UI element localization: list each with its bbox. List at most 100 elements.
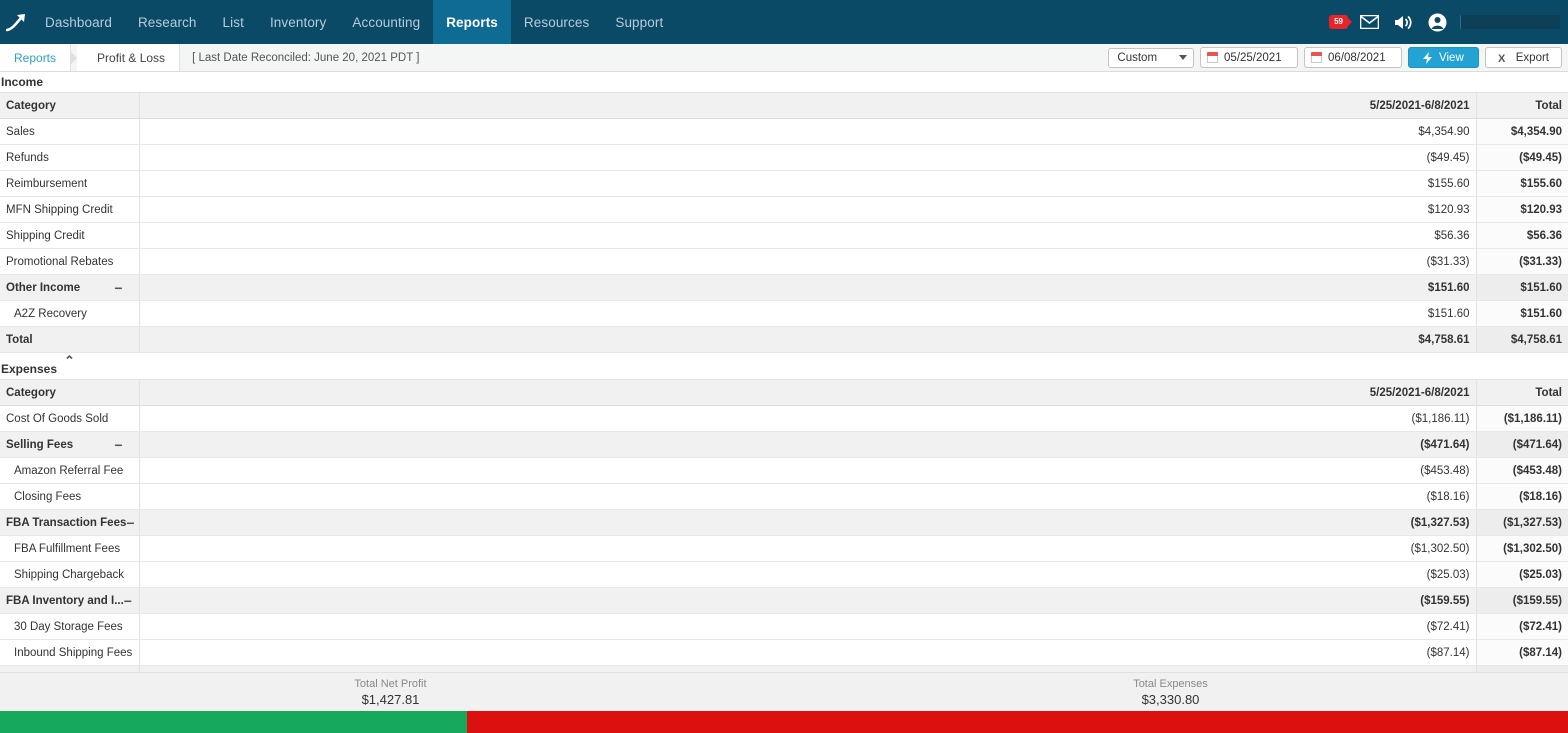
row-category-cell: Closing Fees (0, 483, 140, 510)
row-category-cell: Selling Fees − (0, 431, 140, 458)
notification-badge-wrap[interactable]: 59 (1329, 15, 1348, 29)
table-row[interactable]: Cost Of Goods Sold ($1,186.11) ($1,186.11) (0, 405, 1568, 432)
row-total-value: $151.60 (1475, 300, 1568, 327)
account-icon[interactable] (1420, 0, 1454, 44)
nav-item-accounting[interactable]: Accounting (339, 0, 433, 44)
row-period-value: ($87.14) (139, 639, 1476, 666)
expenses-table: Category 5/25/2021-6/8/2021 Total Cost O… (0, 379, 1568, 672)
income-col-category: Category (0, 92, 140, 119)
table-row[interactable]: Reimbursement $155.60 $155.60 (0, 170, 1568, 197)
collapse-group-icon[interactable]: − (126, 516, 138, 530)
row-category-label: FBA Inventory and I... (6, 594, 124, 607)
row-total-value: ($49.45) (1475, 144, 1568, 171)
row-category-cell: Cost Of Goods Sold (0, 405, 140, 432)
speaker-icon[interactable] (1386, 0, 1420, 44)
row-total-value: ($1,327.53) (1475, 509, 1568, 536)
table-row[interactable]: Selling Fees − ($471.64) ($471.64) (0, 431, 1568, 458)
total-expenses-stat: Total Expenses $3,330.80 (1098, 677, 1243, 708)
row-total-value: ($1,186.11) (1475, 405, 1568, 432)
table-row[interactable]: Promotional Rebates ($31.33) ($31.33) (0, 248, 1568, 275)
table-row[interactable]: Closing Fees ($18.16) ($18.16) (0, 483, 1568, 510)
row-period-value: $151.60 (139, 274, 1476, 301)
breadcrumb-separator-icon (70, 50, 78, 65)
collapse-group-icon[interactable]: − (124, 594, 138, 608)
nav-item-dashboard[interactable]: Dashboard (32, 0, 125, 44)
chevron-up-icon[interactable] (50, 72, 61, 85)
table-row[interactable]: Sales $4,354.90 $4,354.90 (0, 118, 1568, 145)
date-range-select-value: Custom (1117, 51, 1158, 64)
total-net-profit-label: Total Net Profit (354, 678, 427, 690)
row-category-cell: Shipping Chargeback (0, 561, 140, 588)
table-row[interactable]: Shipping Chargeback ($25.03) ($25.03) (0, 561, 1568, 588)
row-category-cell: FBA Transaction Fees − (0, 509, 140, 536)
row-period-value: $56.36 (139, 222, 1476, 249)
table-row[interactable]: 30 Day Storage Fees ($72.41) ($72.41) (0, 613, 1568, 640)
row-period-value: $4,354.90 (139, 118, 1476, 145)
row-category-cell: FBA Fulfillment Fees (0, 535, 140, 562)
row-period-value: ($49.45) (139, 144, 1476, 171)
income-section-header[interactable]: Income (0, 72, 1568, 92)
table-row[interactable]: Total $4,758.61 $4,758.61 (0, 326, 1568, 353)
nav-item-reports[interactable]: Reports (433, 0, 511, 44)
expenses-col-total: Total (1475, 379, 1568, 406)
table-row[interactable]: Shipping Credit $56.36 $56.36 (0, 222, 1568, 249)
export-button[interactable]: X Export (1484, 47, 1562, 68)
table-row[interactable]: FBA Transaction Fees − ($1,327.53) ($1,327.… (0, 509, 1568, 536)
row-total-value: $4,758.61 (1475, 326, 1568, 353)
row-period-value: $120.93 (139, 196, 1476, 223)
collapse-group-icon[interactable]: − (114, 438, 132, 452)
calendar-icon (1207, 52, 1219, 63)
expenses-section-header[interactable]: Expenses (0, 354, 1568, 379)
nav-item-list[interactable]: List (210, 0, 257, 44)
table-row[interactable]: Refunds ($49.45) ($49.45) (0, 144, 1568, 171)
nav-item-support[interactable]: Support (602, 0, 676, 44)
breadcrumb-reports[interactable]: Reports (0, 44, 72, 71)
export-button-label: Export (1515, 51, 1549, 64)
row-category-label: FBA Transaction Fees (6, 516, 127, 529)
table-row[interactable]: MFN Shipping Credit $120.93 $120.93 (0, 196, 1568, 223)
row-total-value: ($159.55) (1475, 587, 1568, 614)
date-range-select[interactable]: Custom (1108, 47, 1195, 68)
table-row[interactable]: Inbound Shipping Fees ($87.14) ($87.14) (0, 639, 1568, 666)
row-category-cell: Shipping Credit (0, 222, 140, 249)
row-total-value: ($72.41) (1475, 613, 1568, 640)
row-category-label: Selling Fees (6, 438, 74, 451)
nav-right-actions: 59 (1329, 0, 1568, 44)
envelope-icon[interactable] (1352, 0, 1386, 44)
expenses-col-category: Category (0, 379, 140, 406)
table-row[interactable]: Other Income − $151.60 $151.60 (0, 274, 1568, 301)
table-row[interactable]: FBA Fulfillment Fees ($1,302.50) ($1,302.5… (0, 535, 1568, 562)
nav-item-inventory[interactable]: Inventory (257, 0, 339, 44)
date-to-input[interactable]: 06/08/2021 (1304, 47, 1403, 68)
row-total-value: $151.60 (1475, 274, 1568, 301)
breadcrumb-profit-and-loss[interactable]: Profit & Loss (77, 44, 181, 71)
row-total-value: ($471.64) (1475, 431, 1568, 458)
profit-expense-ratio-bar (0, 711, 1568, 733)
nav-item-research[interactable]: Research (125, 0, 210, 44)
row-total-value: ($18.16) (1475, 483, 1568, 510)
row-category-cell: MFN Shipping Credit (0, 196, 140, 223)
row-period-value: ($453.48) (139, 457, 1476, 484)
row-total-value: ($453.48) (1475, 457, 1568, 484)
chevron-up-icon[interactable] (64, 354, 75, 372)
income-col-period: 5/25/2021-6/8/2021 (139, 92, 1476, 119)
date-from-input[interactable]: 05/25/2021 (1200, 47, 1299, 68)
row-period-value: ($72.41) (139, 613, 1476, 640)
report-scroll-area[interactable]: Income Category 5/25/2021-6/8/2021 Total… (0, 72, 1568, 672)
collapse-group-icon[interactable]: − (114, 281, 132, 295)
report-toolbar: Reports Profit & Loss [ Last Date Reconc… (0, 44, 1568, 72)
toolbar-controls: Custom 05/25/2021 06/08/2021 View X Expo… (1108, 44, 1568, 71)
table-row[interactable]: FBA Inventory and I... − ($159.55) ($159.55… (0, 587, 1568, 614)
app-logo[interactable] (0, 0, 32, 44)
row-category-cell: A2Z Recovery (0, 300, 140, 327)
view-button[interactable]: View (1408, 47, 1479, 68)
nav-item-resources[interactable]: Resources (511, 0, 602, 44)
expenses-section-title: Expenses (1, 362, 58, 376)
total-expenses-label: Total Expenses (1133, 678, 1208, 690)
total-net-profit-value: $1,427.81 (361, 692, 420, 707)
row-total-value: ($31.33) (1475, 248, 1568, 275)
table-row[interactable]: Amazon Referral Fee ($453.48) ($453.48) (0, 457, 1568, 484)
row-period-value: $4,758.61 (139, 326, 1476, 353)
table-row[interactable]: A2Z Recovery $151.60 $151.60 (0, 300, 1568, 327)
row-period-value: ($159.55) (139, 587, 1476, 614)
